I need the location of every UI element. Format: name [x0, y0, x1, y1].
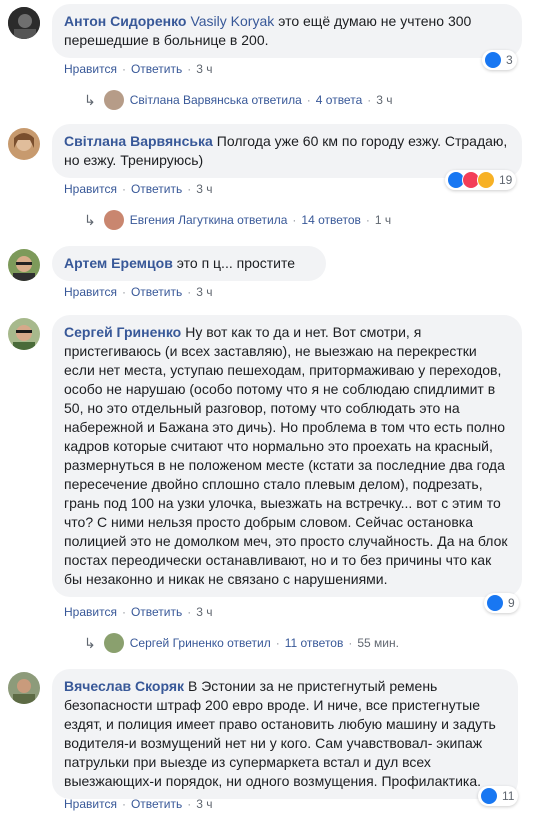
comment-author[interactable]: Антон Сидоренко — [64, 13, 186, 29]
reply-button[interactable]: Ответить — [131, 797, 182, 811]
reply-button[interactable]: Ответить — [131, 285, 182, 299]
reply-arrow-icon: ↳ — [84, 211, 96, 228]
reply-button[interactable]: Ответить — [131, 182, 182, 196]
comment-actions: Нравится · Ответить · 3 ч — [64, 797, 213, 811]
comment-text: Ну вот как то да и нет. Вот смотри, я пр… — [64, 324, 508, 587]
avatar-image-icon — [8, 128, 40, 160]
view-replies-link[interactable]: ↳ Евгения Лагуткина ответила · 14 ответов ·… — [84, 210, 391, 230]
like-reaction-icon — [480, 787, 498, 805]
comment-author[interactable]: Артем Еремцов — [64, 255, 173, 271]
avatar-image-icon — [8, 7, 40, 39]
like-reaction-icon — [484, 51, 502, 69]
comment-time[interactable]: 3 ч — [196, 182, 212, 196]
like-reaction-icon — [486, 594, 504, 612]
reply-button[interactable]: Ответить — [131, 605, 182, 619]
like-button[interactable]: Нравится — [64, 605, 117, 619]
reply-arrow-icon: ↳ — [84, 634, 96, 651]
comment-text: В Эстонии за не пристегнутый ремень безо… — [64, 678, 496, 789]
like-button[interactable]: Нравится — [64, 797, 117, 811]
comment-bubble: Артем Еремцов это п ц... простите — [52, 246, 326, 281]
reaction-summary[interactable]: 3 — [482, 50, 517, 70]
reaction-summary[interactable]: 9 — [484, 593, 519, 613]
avatar — [103, 633, 124, 653]
comment-actions: Нравится · Ответить · 3 ч — [64, 62, 213, 76]
avatar[interactable] — [8, 672, 40, 704]
avatar-image-icon — [8, 318, 40, 350]
reaction-summary[interactable]: 11 — [478, 786, 519, 806]
comment-bubble: Сергей Гриненко Ну вот как то да и нет. В… — [52, 315, 522, 597]
comment-time[interactable]: 3 ч — [196, 62, 212, 76]
avatar[interactable] — [8, 128, 40, 160]
comment-bubble: Вячеслав Скоряк В Эстонии за не пристегну… — [52, 669, 518, 799]
avatar[interactable] — [8, 318, 40, 350]
comment-time[interactable]: 3 ч — [196, 605, 212, 619]
avatar-image-icon — [8, 249, 40, 281]
like-button[interactable]: Нравится — [64, 62, 117, 76]
avatar — [103, 90, 124, 110]
reply-button[interactable]: Ответить — [131, 62, 182, 76]
reaction-summary[interactable]: 19 — [445, 170, 517, 190]
comment-time[interactable]: 3 ч — [196, 797, 212, 811]
comment-author[interactable]: Світлана Варвянська — [64, 133, 213, 149]
like-button[interactable]: Нравится — [64, 182, 117, 196]
reply-arrow-icon: ↳ — [84, 91, 96, 108]
like-button[interactable]: Нравится — [64, 285, 117, 299]
comment-bubble: Антон Сидоренко Vasily Koryak это ещё дума… — [52, 4, 522, 58]
comment-time[interactable]: 3 ч — [196, 285, 212, 299]
comment-actions: Нравится · Ответить · 3 ч — [64, 605, 213, 619]
avatar-image-icon — [8, 672, 40, 704]
view-replies-link[interactable]: ↳ Світлана Варвянська ответила · 4 ответа ·… — [84, 90, 393, 110]
view-replies-link[interactable]: ↳ Сергей Гриненко ответил · 11 ответов · 55 … — [84, 633, 399, 653]
comment-actions: Нравится · Ответить · 3 ч — [64, 285, 213, 299]
comment-author[interactable]: Вячеслав Скоряк — [64, 678, 184, 694]
comment-author[interactable]: Сергей Гриненко — [64, 324, 181, 340]
avatar[interactable] — [8, 249, 40, 281]
avatar — [103, 210, 124, 230]
haha-reaction-icon — [477, 171, 495, 189]
comment-actions: Нравится · Ответить · 3 ч — [64, 182, 213, 196]
mention-link[interactable]: Vasily Koryak — [190, 13, 274, 29]
avatar[interactable] — [8, 7, 40, 39]
comment-text: это п ц... простите — [176, 255, 296, 271]
